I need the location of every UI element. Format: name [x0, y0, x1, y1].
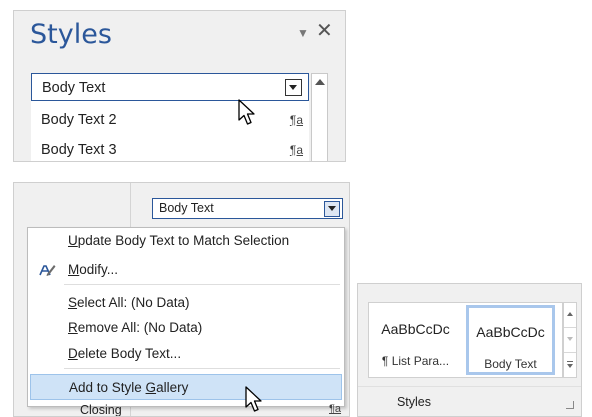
modify-style-icon: [39, 265, 56, 276]
style-item-body-text-2[interactable]: Body Text 2 ¶a: [31, 106, 309, 134]
menu-item-delete[interactable]: Delete Body Text...: [28, 341, 344, 367]
styles-pane-title: Styles: [30, 19, 112, 50]
more-arrow-icon: [567, 364, 573, 368]
pilcrow-a-icon: ¶a: [289, 143, 303, 157]
gallery-item-label: ¶ List Para...: [381, 354, 450, 368]
gallery-more-button[interactable]: [564, 353, 576, 377]
gallery-scrollbar: [563, 302, 577, 378]
menu-item-select-all[interactable]: Select All: (No Data): [28, 290, 344, 316]
gallery-scroll-up-button[interactable]: [564, 303, 576, 328]
gallery-scroll-down-button[interactable]: [564, 328, 576, 353]
gallery-item-list-paragraph[interactable]: AaBbCcDc ¶ List Para...: [371, 305, 460, 375]
style-context-area: Body Text Update Body Text to Match Sele…: [13, 182, 350, 417]
menu-separator: [64, 368, 340, 369]
styles-list-scrollbar[interactable]: [311, 73, 328, 161]
style-item-body-text-3[interactable]: Body Text 3 ¶a: [31, 136, 309, 161]
style-item-label: Body Text 3: [41, 142, 117, 158]
scroll-up-icon: [567, 312, 573, 316]
scroll-up-icon[interactable]: [315, 79, 325, 85]
gallery-item-sample: AaBbCcDc: [381, 321, 450, 337]
gallery-item-label: Body Text: [484, 357, 537, 371]
menu-separator: [64, 284, 340, 285]
close-icon[interactable]: ✕: [316, 18, 333, 43]
menu-item-update-to-match[interactable]: Update Body Text to Match Selection: [28, 228, 344, 254]
pane-options-dropdown-icon[interactable]: ▼: [297, 26, 309, 40]
style-dropdown-arrow-icon[interactable]: [285, 79, 302, 96]
styles-group-label: Styles: [396, 395, 432, 409]
styles-pane: Styles ▼ ✕ Body Text Body Text 2 ¶a Body…: [13, 10, 346, 162]
dropdown-arrow-icon[interactable]: [324, 201, 340, 217]
dialog-launcher-icon[interactable]: [566, 401, 574, 409]
menu-item-remove-all[interactable]: Remove All: (No Data): [28, 315, 344, 341]
scroll-down-icon: [567, 337, 573, 341]
pilcrow-a-icon: ¶a: [329, 403, 342, 415]
pilcrow-a-icon: ¶a: [289, 113, 303, 127]
gallery-item-sample: AaBbCcDc: [476, 324, 545, 340]
mouse-pointer-icon: [245, 386, 262, 412]
style-item-label: Body Text: [42, 80, 106, 96]
mouse-pointer-icon: [238, 99, 255, 125]
style-combo-box[interactable]: Body Text: [152, 198, 343, 219]
more-bar-icon: [567, 361, 573, 362]
divider: [358, 386, 581, 387]
menu-item-modify[interactable]: Modify...: [28, 257, 344, 283]
style-item-body-text[interactable]: Body Text: [31, 73, 309, 101]
style-context-menu: Update Body Text to Match Selection Modi…: [27, 227, 345, 407]
style-combo-value: Body Text: [159, 201, 214, 215]
styles-list: Body Text Body Text 2 ¶a Body Text 3 ¶a: [31, 73, 309, 161]
style-item-closing[interactable]: Closing: [80, 403, 122, 416]
ribbon-styles-group: AaBbCcDc ¶ List Para... AaBbCcDc Body Te…: [357, 283, 582, 417]
gallery-item-body-text[interactable]: AaBbCcDc Body Text: [466, 305, 555, 375]
menu-item-add-to-style-gallery[interactable]: Add to Style Gallery: [30, 374, 342, 400]
style-item-label: Body Text 2: [41, 112, 117, 128]
style-gallery: AaBbCcDc ¶ List Para... AaBbCcDc Body Te…: [368, 302, 563, 378]
